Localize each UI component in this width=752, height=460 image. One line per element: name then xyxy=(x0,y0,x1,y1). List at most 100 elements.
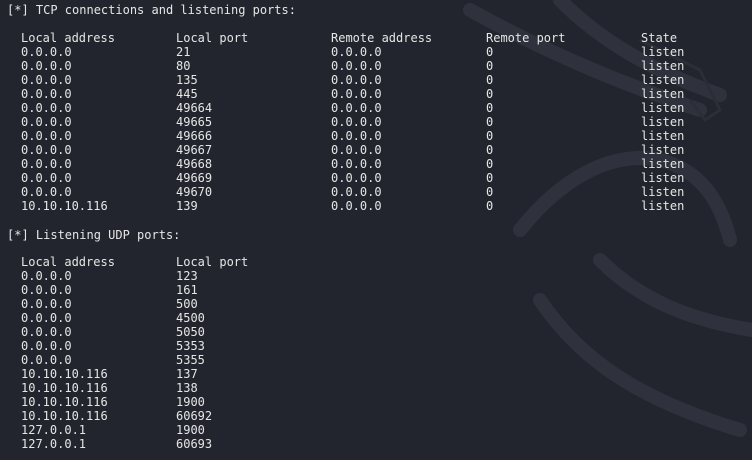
tcp-col-remote-port: Remote port xyxy=(486,31,566,45)
udp-cell: 4500 xyxy=(176,311,205,325)
udp-cell: 0.0.0.0 xyxy=(21,325,72,339)
tcp-cell: 0 xyxy=(486,115,494,129)
tcp-cell: listen xyxy=(641,129,685,143)
udp-cell: 137 xyxy=(176,367,198,381)
tcp-cell: 0.0.0.0 xyxy=(21,185,72,199)
tcp-cell: 0 xyxy=(486,129,494,143)
udp-table-row: 0.0.0.0 500 xyxy=(7,297,747,311)
tcp-cell: 139 xyxy=(176,199,198,213)
tcp-table-header: Local address Local port Remote address … xyxy=(7,31,747,45)
tcp-cell: 0.0.0.0 xyxy=(331,157,382,171)
tcp-cell: 49670 xyxy=(176,185,213,199)
tcp-table-row: 0.0.0.0 21 0.0.0.0 0 listen xyxy=(7,45,747,59)
tcp-table-body: 0.0.0.0 21 0.0.0.0 0 listen 0.0.0.0 80 0.0.0.0 0… xyxy=(7,45,747,213)
tcp-cell: 0 xyxy=(486,73,494,87)
udp-table-body: 0.0.0.0 123 0.0.0.0 161 0.0.0.0 500 0.0.0.0 450… xyxy=(7,269,747,451)
udp-cell: 0.0.0.0 xyxy=(21,353,72,367)
tcp-cell: listen xyxy=(641,101,685,115)
udp-cell: 1900 xyxy=(176,423,205,437)
tcp-cell: listen xyxy=(641,59,685,73)
tcp-cell: 0 xyxy=(486,143,494,157)
tcp-table-row: 0.0.0.0 80 0.0.0.0 0 listen xyxy=(7,59,747,73)
udp-cell: 1900 xyxy=(176,395,205,409)
tcp-cell: 0 xyxy=(486,45,494,59)
tcp-col-local-port: Local port xyxy=(176,31,249,45)
udp-cell: 161 xyxy=(176,283,198,297)
tcp-cell: 49667 xyxy=(176,143,213,157)
tcp-cell: 0.0.0.0 xyxy=(21,115,72,129)
tcp-col-local-address: Local address xyxy=(21,31,115,45)
udp-table-row: 10.10.10.116 138 xyxy=(7,381,747,395)
terminal-output: [*] TCP connections and listening ports:… xyxy=(7,0,747,451)
udp-cell: 5353 xyxy=(176,339,205,353)
tcp-table-row: 0.0.0.0 49669 0.0.0.0 0 listen xyxy=(7,171,747,185)
tcp-cell: 0.0.0.0 xyxy=(331,143,382,157)
udp-cell: 0.0.0.0 xyxy=(21,283,72,297)
tcp-cell: 0.0.0.0 xyxy=(21,101,72,115)
tcp-cell: 49665 xyxy=(176,115,213,129)
tcp-cell: 0.0.0.0 xyxy=(21,87,72,101)
tcp-table-row: 0.0.0.0 49670 0.0.0.0 0 listen xyxy=(7,185,747,199)
udp-cell: 10.10.10.116 xyxy=(21,409,108,423)
tcp-cell: 0.0.0.0 xyxy=(331,185,382,199)
udp-table-row: 10.10.10.116 60692 xyxy=(7,409,747,423)
tcp-cell: 0.0.0.0 xyxy=(331,171,382,185)
udp-table-row: 0.0.0.0 5353 xyxy=(7,339,747,353)
tcp-cell: 0.0.0.0 xyxy=(21,157,72,171)
tcp-cell: 0.0.0.0 xyxy=(331,87,382,101)
tcp-cell: 10.10.10.116 xyxy=(21,199,108,213)
udp-table-row: 0.0.0.0 123 xyxy=(7,269,747,283)
udp-table-header: Local address Local port xyxy=(7,255,747,269)
tcp-cell: 49668 xyxy=(176,157,213,171)
tcp-cell: listen xyxy=(641,171,685,185)
udp-section-header: [*] Listening UDP ports: xyxy=(7,228,181,242)
tcp-cell: 0.0.0.0 xyxy=(21,171,72,185)
tcp-table-row: 0.0.0.0 135 0.0.0.0 0 listen xyxy=(7,73,747,87)
udp-cell: 60693 xyxy=(176,437,213,451)
udp-cell: 0.0.0.0 xyxy=(21,311,72,325)
udp-cell: 500 xyxy=(176,297,198,311)
tcp-cell: 0 xyxy=(486,185,494,199)
tcp-cell: 0.0.0.0 xyxy=(331,199,382,213)
udp-cell: 0.0.0.0 xyxy=(21,297,72,311)
udp-cell: 10.10.10.116 xyxy=(21,367,108,381)
udp-cell: 127.0.0.1 xyxy=(21,423,87,437)
tcp-cell: 0.0.0.0 xyxy=(21,143,72,157)
udp-table-row: 0.0.0.0 4500 xyxy=(7,311,747,325)
tcp-cell: 0 xyxy=(486,101,494,115)
tcp-cell: listen xyxy=(641,157,685,171)
udp-table-row: 127.0.0.1 60693 xyxy=(7,437,747,451)
udp-cell: 5050 xyxy=(176,325,205,339)
tcp-cell: 0 xyxy=(486,157,494,171)
tcp-col-state: State xyxy=(641,31,678,45)
tcp-cell: 0.0.0.0 xyxy=(331,115,382,129)
udp-cell: 138 xyxy=(176,381,198,395)
tcp-cell: listen xyxy=(641,45,685,59)
udp-table-row: 0.0.0.0 161 xyxy=(7,283,747,297)
tcp-cell: listen xyxy=(641,185,685,199)
tcp-table-row: 0.0.0.0 49666 0.0.0.0 0 listen xyxy=(7,129,747,143)
tcp-table-row: 0.0.0.0 49668 0.0.0.0 0 listen xyxy=(7,157,747,171)
tcp-cell: listen xyxy=(641,73,685,87)
tcp-cell: 49666 xyxy=(176,129,213,143)
udp-cell: 10.10.10.116 xyxy=(21,395,108,409)
tcp-cell: listen xyxy=(641,87,685,101)
tcp-cell: 0.0.0.0 xyxy=(21,45,72,59)
tcp-table-row: 0.0.0.0 49664 0.0.0.0 0 listen xyxy=(7,101,747,115)
udp-table-row: 10.10.10.116 137 xyxy=(7,367,747,381)
tcp-cell: 445 xyxy=(176,87,198,101)
udp-table-row: 0.0.0.0 5050 xyxy=(7,325,747,339)
udp-cell: 5355 xyxy=(176,353,205,367)
udp-table-row: 10.10.10.116 1900 xyxy=(7,395,747,409)
tcp-cell: 0.0.0.0 xyxy=(331,45,382,59)
tcp-cell: 0.0.0.0 xyxy=(21,73,72,87)
tcp-cell: 21 xyxy=(176,45,191,59)
tcp-cell: 0 xyxy=(486,59,494,73)
tcp-table-row: 0.0.0.0 49667 0.0.0.0 0 listen xyxy=(7,143,747,157)
tcp-cell: 0.0.0.0 xyxy=(331,101,382,115)
tcp-cell: 49664 xyxy=(176,101,213,115)
udp-cell: 0.0.0.0 xyxy=(21,339,72,353)
tcp-cell: 135 xyxy=(176,73,198,87)
tcp-cell: listen xyxy=(641,115,685,129)
tcp-table-row: 0.0.0.0 49665 0.0.0.0 0 listen xyxy=(7,115,747,129)
